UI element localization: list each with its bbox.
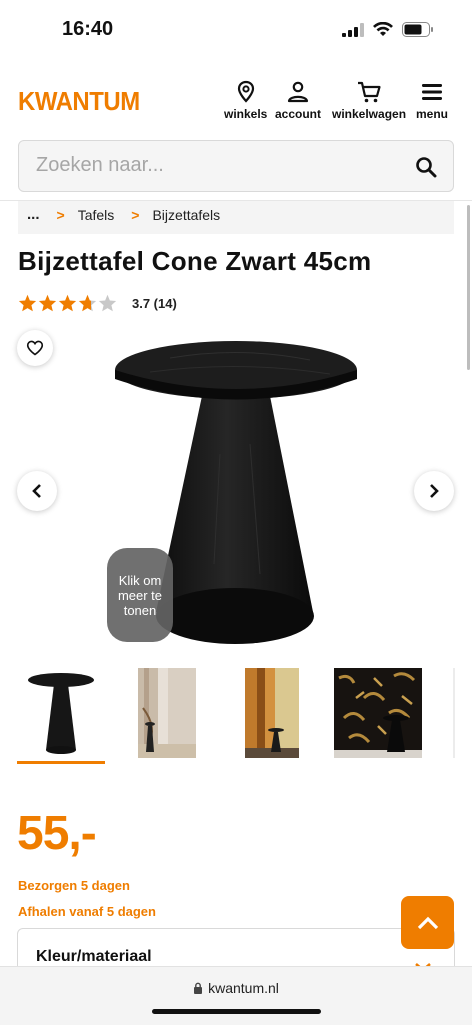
nav-menu[interactable]: menu: [416, 80, 448, 121]
nav-label-account: account: [275, 107, 322, 121]
rating-text: 3.7 (14): [132, 295, 177, 311]
search-bar: [18, 140, 454, 192]
nav-winkelwagen[interactable]: winkelwagen: [332, 80, 406, 121]
search-input[interactable]: [36, 154, 396, 177]
battery-icon: [402, 22, 433, 37]
cart-icon: [358, 81, 381, 103]
home-indicator: [152, 1009, 321, 1014]
breadcrumb: ... > Tafels > Bijzettafels: [27, 206, 220, 223]
nav-label-winkelwagen: winkelwagen: [332, 107, 407, 121]
status-time: 16:40: [62, 18, 114, 40]
chevron-right-icon: >: [56, 206, 65, 223]
product-title: Bijzettafel Cone Zwart 45cm: [18, 246, 372, 276]
favorite-button[interactable]: [17, 330, 53, 366]
wifi-icon: [373, 22, 393, 36]
nav-winkels[interactable]: winkels: [224, 80, 267, 121]
chevron-right-icon: [430, 484, 439, 498]
nav-label-winkels: winkels: [224, 107, 268, 121]
gallery-more-hint[interactable]: Klik om meer te tonen: [107, 548, 173, 642]
pickup-info: Afhalen vanaf 5 dagen: [18, 904, 156, 919]
thumbnail-active-indicator: [17, 761, 105, 764]
chevron-right-icon: >: [131, 206, 140, 223]
breadcrumb-ellipsis[interactable]: ...: [27, 206, 40, 223]
star-full-icon: [38, 294, 57, 312]
thumbnail-4[interactable]: [334, 668, 422, 758]
thumbnail-edge: [453, 668, 455, 758]
gallery-next-button[interactable]: [414, 471, 454, 511]
hamburger-icon: [422, 84, 442, 100]
nav-label-menu: menu: [416, 107, 449, 121]
product-rating[interactable]: 3.7 (14): [18, 294, 177, 312]
thumbnail-1[interactable]: [24, 668, 98, 758]
scroll-to-top-button[interactable]: [401, 896, 454, 949]
star-full-icon: [58, 294, 77, 312]
chevron-left-icon: [32, 484, 41, 498]
thumbnail-2[interactable]: [138, 668, 196, 758]
status-icons: [342, 22, 434, 37]
chevron-up-icon: [417, 916, 438, 929]
breadcrumb-item-tafels[interactable]: Tafels: [78, 207, 115, 223]
nav-account[interactable]: account: [275, 80, 321, 121]
product-price: 55,-: [17, 807, 97, 860]
color-material-label: Kleur/materiaal: [36, 948, 152, 965]
star-empty-icon: [98, 294, 117, 312]
gallery-prev-button[interactable]: [17, 471, 57, 511]
kwantum-logo[interactable]: KWANTUM: [18, 86, 140, 117]
breadcrumb-item-bijzettafels[interactable]: Bijzettafels: [152, 207, 220, 223]
person-icon: [287, 81, 309, 103]
heart-icon: [26, 340, 44, 356]
search-icon[interactable]: [415, 156, 437, 178]
browser-url-text: kwantum.nl: [208, 980, 279, 996]
delivery-info: Bezorgen 5 dagen: [18, 878, 130, 893]
scrollbar[interactable]: [467, 205, 470, 370]
lock-icon: [194, 982, 203, 994]
signal-icon: [342, 22, 364, 37]
location-pin-icon: [237, 80, 254, 103]
star-full-icon: [18, 294, 37, 312]
star-partial-icon: [78, 294, 97, 312]
thumbnail-3[interactable]: [245, 668, 299, 758]
browser-url[interactable]: kwantum.nl: [0, 980, 472, 996]
